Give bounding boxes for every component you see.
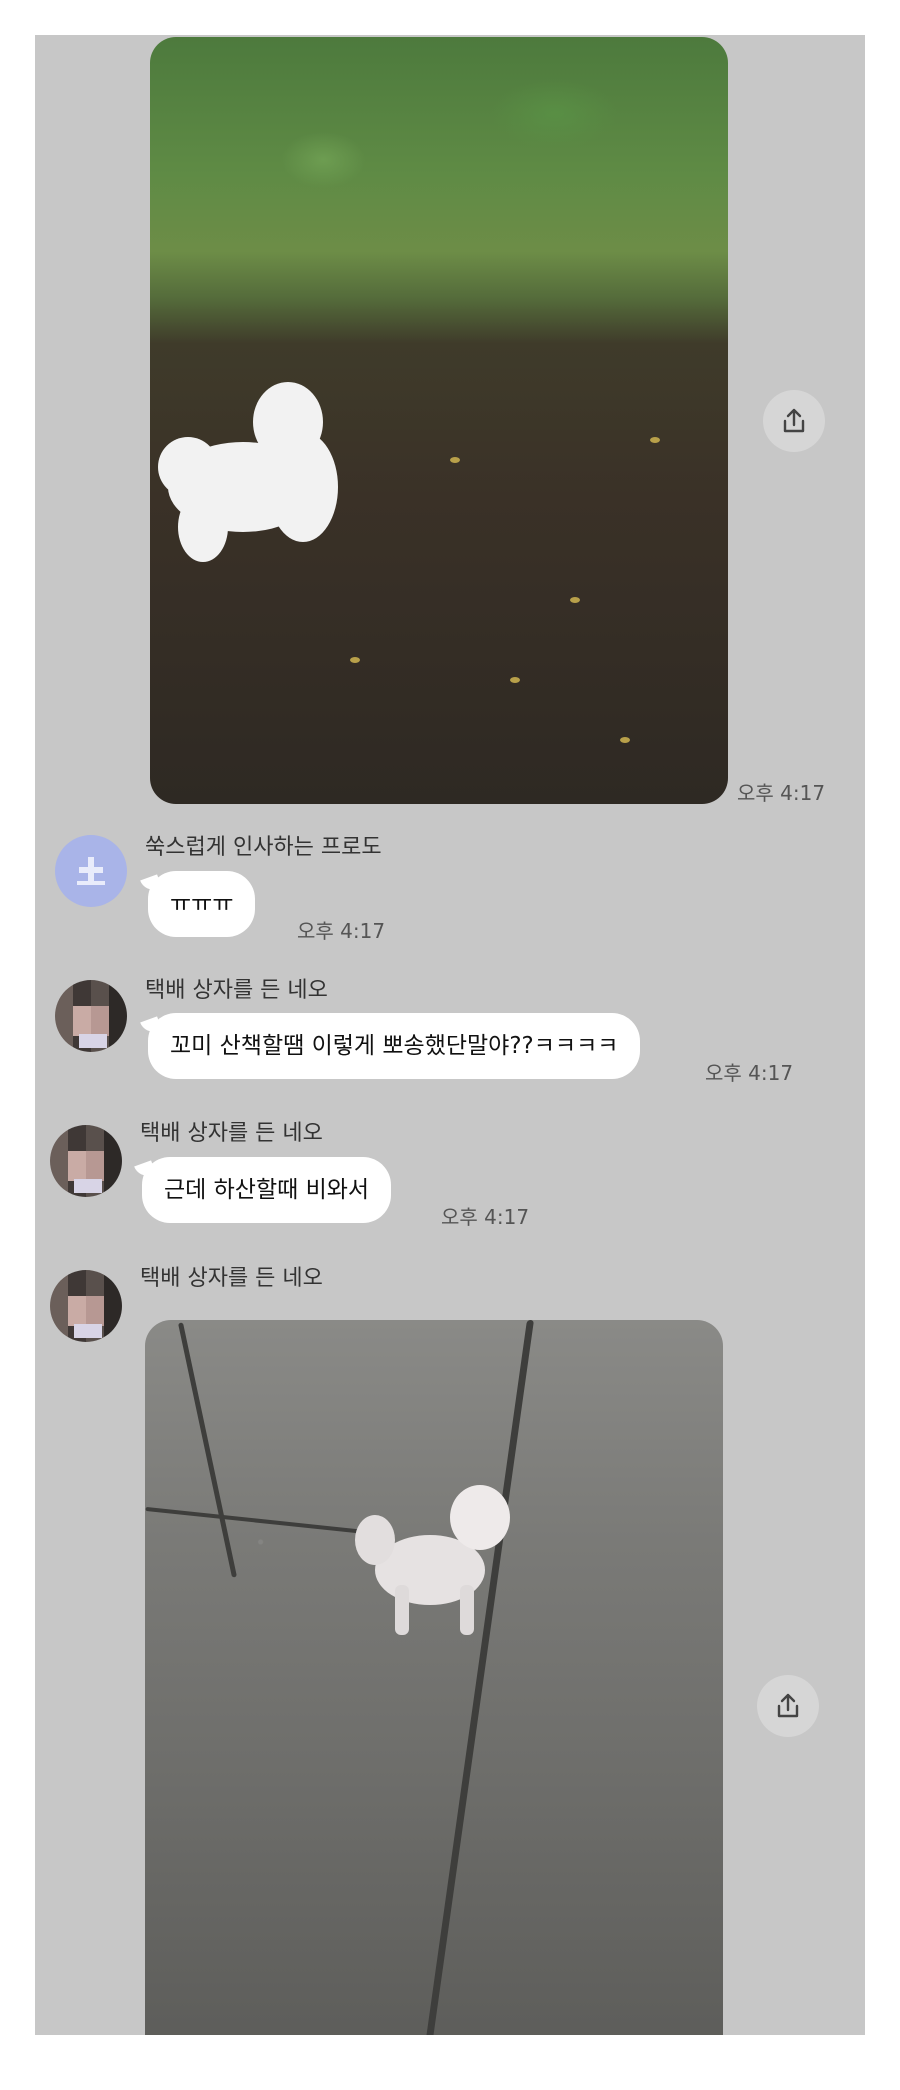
message-bubble[interactable]: ㅠㅠㅠ — [148, 871, 256, 937]
message-time: 오후 4:17 — [705, 1061, 794, 1085]
share-upload-icon — [783, 408, 805, 433]
sender-name: 택배 상자를 든 네오 — [140, 1121, 323, 1146]
leaf — [350, 657, 360, 663]
share-button[interactable] — [763, 390, 825, 452]
share-button[interactable] — [757, 1675, 819, 1737]
chat-room[interactable]: 오후 4:17 쑥스럽게 인사하는 프로도 ㅠㅠㅠ 오후 4:17 택배 상자를… — [35, 35, 865, 2035]
sender-name: 택배 상자를 든 네오 — [145, 978, 328, 1003]
message-bubble[interactable]: 꼬미 산책할땜 이렇게 뽀송했단말야??ㅋㅋㅋㅋ — [148, 1013, 641, 1079]
sender-name: 택배 상자를 든 네오 — [140, 1266, 323, 1291]
message-bubble[interactable]: 근데 하산할때 비와서 — [142, 1157, 392, 1223]
message-time: 오후 4:17 — [737, 781, 826, 805]
pavement-crack — [422, 1320, 535, 2035]
neo-avatar[interactable] — [50, 1270, 122, 1342]
leaf — [510, 677, 520, 683]
photo-message-wet-dog-on-asphalt[interactable] — [145, 1320, 723, 2035]
neo-avatar[interactable] — [50, 1125, 122, 1197]
dog-figure — [345, 1485, 515, 1635]
frodo-avatar-icon[interactable] — [55, 835, 127, 907]
leaf — [570, 597, 580, 603]
leaf — [450, 457, 460, 463]
pavement-crack — [178, 1322, 237, 1578]
leaf — [620, 737, 630, 743]
message-time: 오후 4:17 — [297, 919, 386, 943]
neo-avatar[interactable] — [55, 980, 127, 1052]
frodo-avatar-icon — [77, 857, 105, 885]
message-time: 오후 4:17 — [441, 1205, 530, 1229]
sender-name: 쑥스럽게 인사하는 프로도 — [145, 835, 382, 860]
dog-figure — [158, 382, 368, 582]
leaf — [650, 437, 660, 443]
photo-message-dog-on-grass[interactable] — [150, 37, 728, 804]
share-upload-icon — [777, 1693, 799, 1718]
